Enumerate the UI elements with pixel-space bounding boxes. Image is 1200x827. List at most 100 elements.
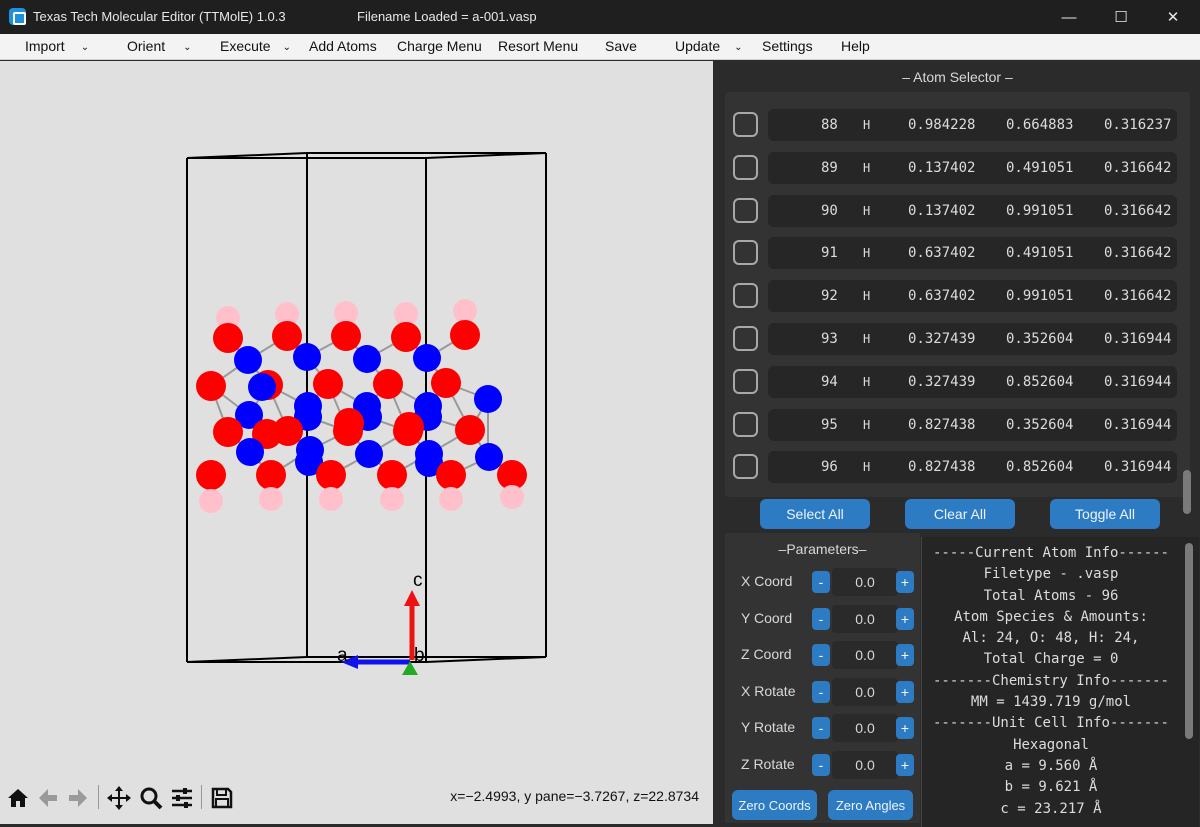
atom-row[interactable]: 93 H 0.327439 0.352604 0.316944 <box>725 322 1177 356</box>
atom-row[interactable]: 91 H 0.637402 0.491051 0.316642 <box>725 236 1177 270</box>
decrement-button[interactable]: - <box>812 680 830 703</box>
menu-orient[interactable]: Orient ⌄ <box>127 38 192 54</box>
oxygen-atom[interactable] <box>393 416 423 446</box>
zero-angles-button[interactable]: Zero Angles <box>828 790 913 820</box>
hydrogen-atom[interactable] <box>439 487 463 511</box>
atom-row-values[interactable]: 89 H 0.137402 0.491051 0.316642 <box>768 151 1177 184</box>
aluminum-atom[interactable] <box>475 443 503 471</box>
oxygen-atom[interactable] <box>213 417 243 447</box>
atom-row[interactable]: 89 H 0.137402 0.491051 0.316642 <box>725 151 1177 185</box>
oxygen-atom[interactable] <box>272 321 302 351</box>
menu-resort[interactable]: Resort Menu <box>498 38 578 54</box>
atom-row-values[interactable]: 90 H 0.137402 0.991051 0.316642 <box>768 194 1177 227</box>
hydrogen-atom[interactable] <box>453 299 477 323</box>
atom-select-checkbox[interactable] <box>733 411 758 437</box>
atom-select-checkbox[interactable] <box>733 240 758 266</box>
maximize-button[interactable]: ☐ <box>1095 0 1147 34</box>
atom-selector-list[interactable]: 88 H 0.984228 0.664883 0.316237 89 H 0.137402 0.… <box>725 92 1191 514</box>
increment-button[interactable]: + <box>896 754 914 776</box>
atom-row-values[interactable]: 91 H 0.637402 0.491051 0.316642 <box>768 237 1177 270</box>
hydrogen-atom[interactable] <box>259 487 283 511</box>
aluminum-atom[interactable] <box>355 440 383 468</box>
decrement-button[interactable]: - <box>812 571 830 593</box>
oxygen-atom[interactable] <box>333 416 363 446</box>
oxygen-atom[interactable] <box>436 460 466 490</box>
hydrogen-atom[interactable] <box>500 485 524 509</box>
menu-execute[interactable]: Execute ⌄ <box>220 38 291 54</box>
select-all-button[interactable]: Select All <box>760 499 870 529</box>
clear-all-button[interactable]: Clear All <box>905 499 1015 529</box>
toggle-all-button[interactable]: Toggle All <box>1050 499 1160 529</box>
menu-import[interactable]: Import ⌄ <box>25 38 89 54</box>
increment-button[interactable]: + <box>896 717 914 740</box>
aluminum-atom[interactable] <box>248 373 276 401</box>
aluminum-atom[interactable] <box>353 345 381 373</box>
decrement-button[interactable]: - <box>812 607 830 630</box>
atom-row[interactable]: 88 H 0.984228 0.664883 0.316237 <box>725 108 1177 142</box>
oxygen-atom[interactable] <box>373 369 403 399</box>
aluminum-atom[interactable] <box>293 343 321 371</box>
atom-row-values[interactable]: 88 H 0.984228 0.664883 0.316237 <box>768 109 1177 141</box>
info-scrollbar[interactable] <box>1185 543 1193 739</box>
hydrogen-atom[interactable] <box>380 487 404 511</box>
param-value-field[interactable]: 0.0 <box>832 641 898 670</box>
oxygen-atom[interactable] <box>213 323 243 353</box>
menu-add-atoms[interactable]: Add Atoms <box>309 38 377 54</box>
increment-button[interactable]: + <box>896 607 914 630</box>
oxygen-atom[interactable] <box>450 320 480 350</box>
atom-row[interactable]: 94 H 0.327439 0.852604 0.316944 <box>725 365 1177 399</box>
save-figure-icon[interactable] <box>208 784 236 812</box>
decrement-button[interactable]: - <box>812 754 830 776</box>
decrement-button[interactable]: - <box>812 644 830 667</box>
atom-row[interactable]: 96 H 0.827438 0.852604 0.316944 <box>725 450 1177 484</box>
forward-arrow-icon[interactable] <box>64 784 92 812</box>
param-value-field[interactable]: 0.0 <box>832 751 898 779</box>
hydrogen-atom[interactable] <box>319 487 343 511</box>
menu-save[interactable]: Save <box>605 38 637 54</box>
atom-row[interactable]: 95 H 0.827438 0.352604 0.316944 <box>725 408 1177 442</box>
atom-select-checkbox[interactable] <box>733 454 758 480</box>
oxygen-atom[interactable] <box>196 371 226 401</box>
oxygen-atom[interactable] <box>331 321 361 351</box>
atom-list-scrollbar[interactable] <box>1183 470 1191 514</box>
atom-row-values[interactable]: 93 H 0.327439 0.352604 0.316944 <box>768 323 1177 355</box>
atom-select-checkbox[interactable] <box>733 197 758 223</box>
atom-row-values[interactable]: 94 H 0.327439 0.852604 0.316944 <box>768 365 1177 398</box>
aluminum-atom[interactable] <box>413 344 441 372</box>
structure-viewer[interactable]: c a b <box>0 61 713 781</box>
oxygen-atom[interactable] <box>391 322 421 352</box>
atom-select-checkbox[interactable] <box>733 368 758 394</box>
oxygen-atom[interactable] <box>256 460 286 490</box>
oxygen-atom[interactable] <box>313 369 343 399</box>
atom-row[interactable]: 90 H 0.137402 0.991051 0.316642 <box>725 194 1177 228</box>
menu-charge[interactable]: Charge Menu <box>397 38 482 54</box>
aluminum-atom[interactable] <box>474 385 502 413</box>
atom-row-values[interactable]: 95 H 0.827438 0.352604 0.316944 <box>768 408 1177 441</box>
menu-help[interactable]: Help <box>841 38 870 54</box>
menu-settings[interactable]: Settings <box>762 38 813 54</box>
decrement-button[interactable]: - <box>812 717 830 740</box>
increment-button[interactable]: + <box>896 680 914 703</box>
zoom-icon[interactable] <box>137 784 165 812</box>
pan-icon[interactable] <box>105 784 133 812</box>
atom-row-values[interactable]: 96 H 0.827438 0.852604 0.316944 <box>768 451 1177 484</box>
close-button[interactable]: ✕ <box>1147 0 1199 34</box>
oxygen-atom[interactable] <box>316 460 346 490</box>
atom-row-values[interactable]: 92 H 0.637402 0.991051 0.316642 <box>768 280 1177 313</box>
minimize-button[interactable]: — <box>1043 0 1095 34</box>
oxygen-atom[interactable] <box>196 460 226 490</box>
configure-subplots-icon[interactable] <box>168 784 196 812</box>
oxygen-atom[interactable] <box>455 415 485 445</box>
param-value-field[interactable]: 0.0 <box>832 604 898 633</box>
atom-select-checkbox[interactable] <box>733 154 758 180</box>
aluminum-atom[interactable] <box>236 438 264 466</box>
oxygen-atom[interactable] <box>431 368 461 398</box>
param-value-field[interactable]: 0.0 <box>832 677 898 706</box>
oxygen-atom[interactable] <box>377 460 407 490</box>
atom-select-checkbox[interactable] <box>733 112 758 137</box>
atom-select-checkbox[interactable] <box>733 283 758 309</box>
zero-coords-button[interactable]: Zero Coords <box>732 790 817 820</box>
molecule-canvas[interactable]: c a b <box>0 61 713 775</box>
increment-button[interactable]: + <box>896 644 914 667</box>
menu-update[interactable]: Update ⌄ <box>675 38 743 54</box>
